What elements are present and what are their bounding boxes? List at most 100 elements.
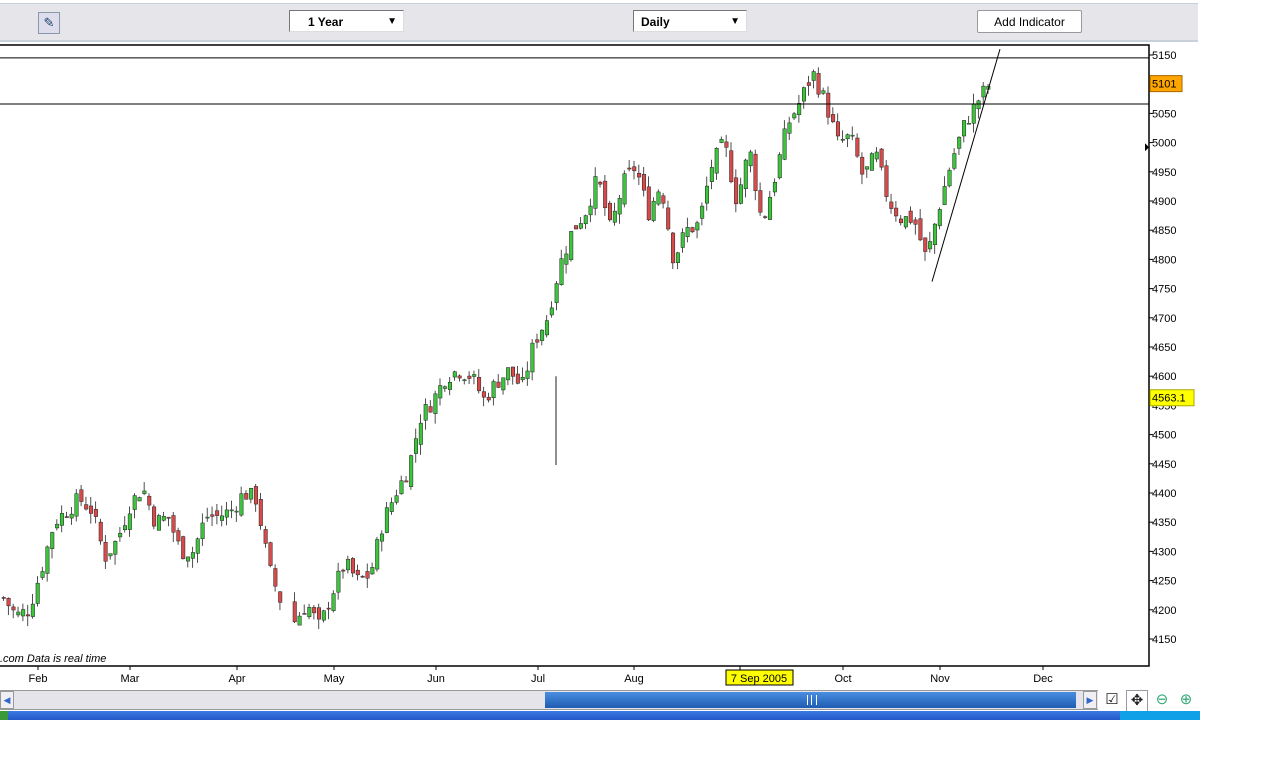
last-price-label: 5101 (1152, 79, 1176, 91)
candle-body (443, 386, 448, 389)
crosshair-date-label: 7 Sep 2005 (731, 673, 787, 685)
candle (608, 200, 612, 222)
candle-body (680, 232, 685, 248)
y-tick-label: 4750 (1152, 284, 1176, 296)
add-indicator-button[interactable]: Add Indicator (977, 10, 1082, 33)
candle-body (966, 122, 971, 125)
candle-body (452, 371, 457, 378)
candle-body (486, 396, 491, 401)
candle-body (380, 533, 385, 542)
candle-body (569, 231, 574, 260)
candle-body (113, 541, 118, 555)
candle-body (341, 569, 346, 572)
scroll-thumb[interactable] (545, 692, 1076, 708)
candle-body (748, 151, 753, 167)
y-tick-label: 5050 (1152, 108, 1176, 120)
candle-body (234, 510, 239, 513)
candle-body (782, 128, 787, 160)
candle-body (45, 546, 50, 574)
candle-body (700, 205, 705, 219)
grip-icon (807, 695, 817, 705)
candle-body (132, 495, 137, 510)
candle-body (913, 219, 918, 225)
candle-body (399, 480, 404, 495)
candle-body (239, 493, 244, 516)
scroll-right-arrow-icon[interactable]: ▶ (1083, 691, 1097, 709)
y-tick-label: 4150 (1152, 634, 1176, 646)
candle-body (535, 339, 540, 343)
checkbox-tool-icon[interactable]: ☑ (1102, 690, 1122, 710)
candle-body (705, 185, 709, 204)
y-tick-label: 4800 (1152, 254, 1176, 266)
candle-body (263, 529, 268, 544)
candle-body (564, 253, 569, 265)
candle (98, 518, 103, 545)
candle-body (923, 237, 928, 252)
candle-body (161, 515, 166, 521)
candle-body (50, 532, 55, 549)
candle-body (632, 166, 637, 172)
candle-body (952, 153, 957, 169)
pan-icon[interactable]: ✥ (1126, 690, 1148, 712)
candle-body (656, 191, 661, 205)
candle-body (59, 513, 64, 526)
time-scrollbar[interactable]: ◀ ▶ (0, 690, 1098, 710)
candle-body (690, 227, 695, 233)
scroll-left-arrow-icon[interactable]: ◀ (0, 691, 14, 709)
candle-body (147, 495, 152, 506)
candle-body (79, 489, 84, 502)
candle-body (249, 488, 254, 500)
candle-body (418, 422, 423, 445)
candle-body (811, 71, 816, 81)
candle-body (394, 495, 399, 503)
data-source-note: .com Data is real time (0, 653, 106, 665)
interval-select[interactable]: Daily ▼ (633, 10, 747, 32)
candle-body (55, 523, 60, 529)
candle (656, 189, 661, 206)
candle-body (433, 393, 438, 414)
zoom-in-icon[interactable]: ⊕ (1176, 690, 1196, 710)
candle (181, 535, 186, 560)
y-tick-label: 4950 (1152, 167, 1176, 179)
y-tick-label: 4250 (1152, 576, 1176, 588)
price-chart[interactable]: 4150420042504300435044004450450045504600… (0, 42, 1200, 690)
x-tick-label: Apr (228, 673, 245, 685)
candle-body (724, 141, 729, 148)
period-value: 1 Year (308, 15, 344, 29)
candle-body (889, 201, 894, 209)
interval-value: Daily (641, 15, 670, 29)
candle-body (6, 597, 11, 607)
y-tick-label: 4400 (1152, 488, 1176, 500)
y-tick-label: 4700 (1152, 313, 1176, 325)
y-tick-label: 4200 (1152, 605, 1176, 617)
candle-body (409, 455, 414, 487)
x-tick-label: Aug (624, 673, 644, 685)
chart-draw-icon[interactable]: ✎ (38, 12, 60, 34)
candle-body (215, 510, 220, 516)
candle-body (549, 307, 554, 316)
candle-body (957, 136, 962, 149)
x-tick-label: Jul (531, 673, 545, 685)
candle-body (321, 610, 326, 621)
candle-body (816, 73, 821, 95)
candle-body (142, 490, 147, 494)
candle-body (806, 82, 811, 86)
candle (375, 536, 380, 572)
candle-body (292, 601, 297, 623)
start-button[interactable] (0, 711, 8, 720)
y-tick-label: 4350 (1152, 517, 1176, 529)
zoom-out-icon[interactable]: ⊖ (1152, 690, 1172, 710)
candle (947, 167, 952, 188)
candle-body (559, 258, 564, 285)
candle-body (835, 121, 840, 137)
candle-body (593, 176, 598, 209)
candle-body (714, 147, 719, 174)
candle-body (1, 597, 6, 599)
candle-body (865, 166, 870, 170)
candle-body (297, 615, 302, 626)
period-select[interactable]: 1 Year ▼ (289, 10, 404, 32)
candle-body (598, 181, 603, 185)
candle-body (709, 167, 714, 182)
candle-body (942, 186, 947, 205)
candle-body (802, 87, 806, 102)
